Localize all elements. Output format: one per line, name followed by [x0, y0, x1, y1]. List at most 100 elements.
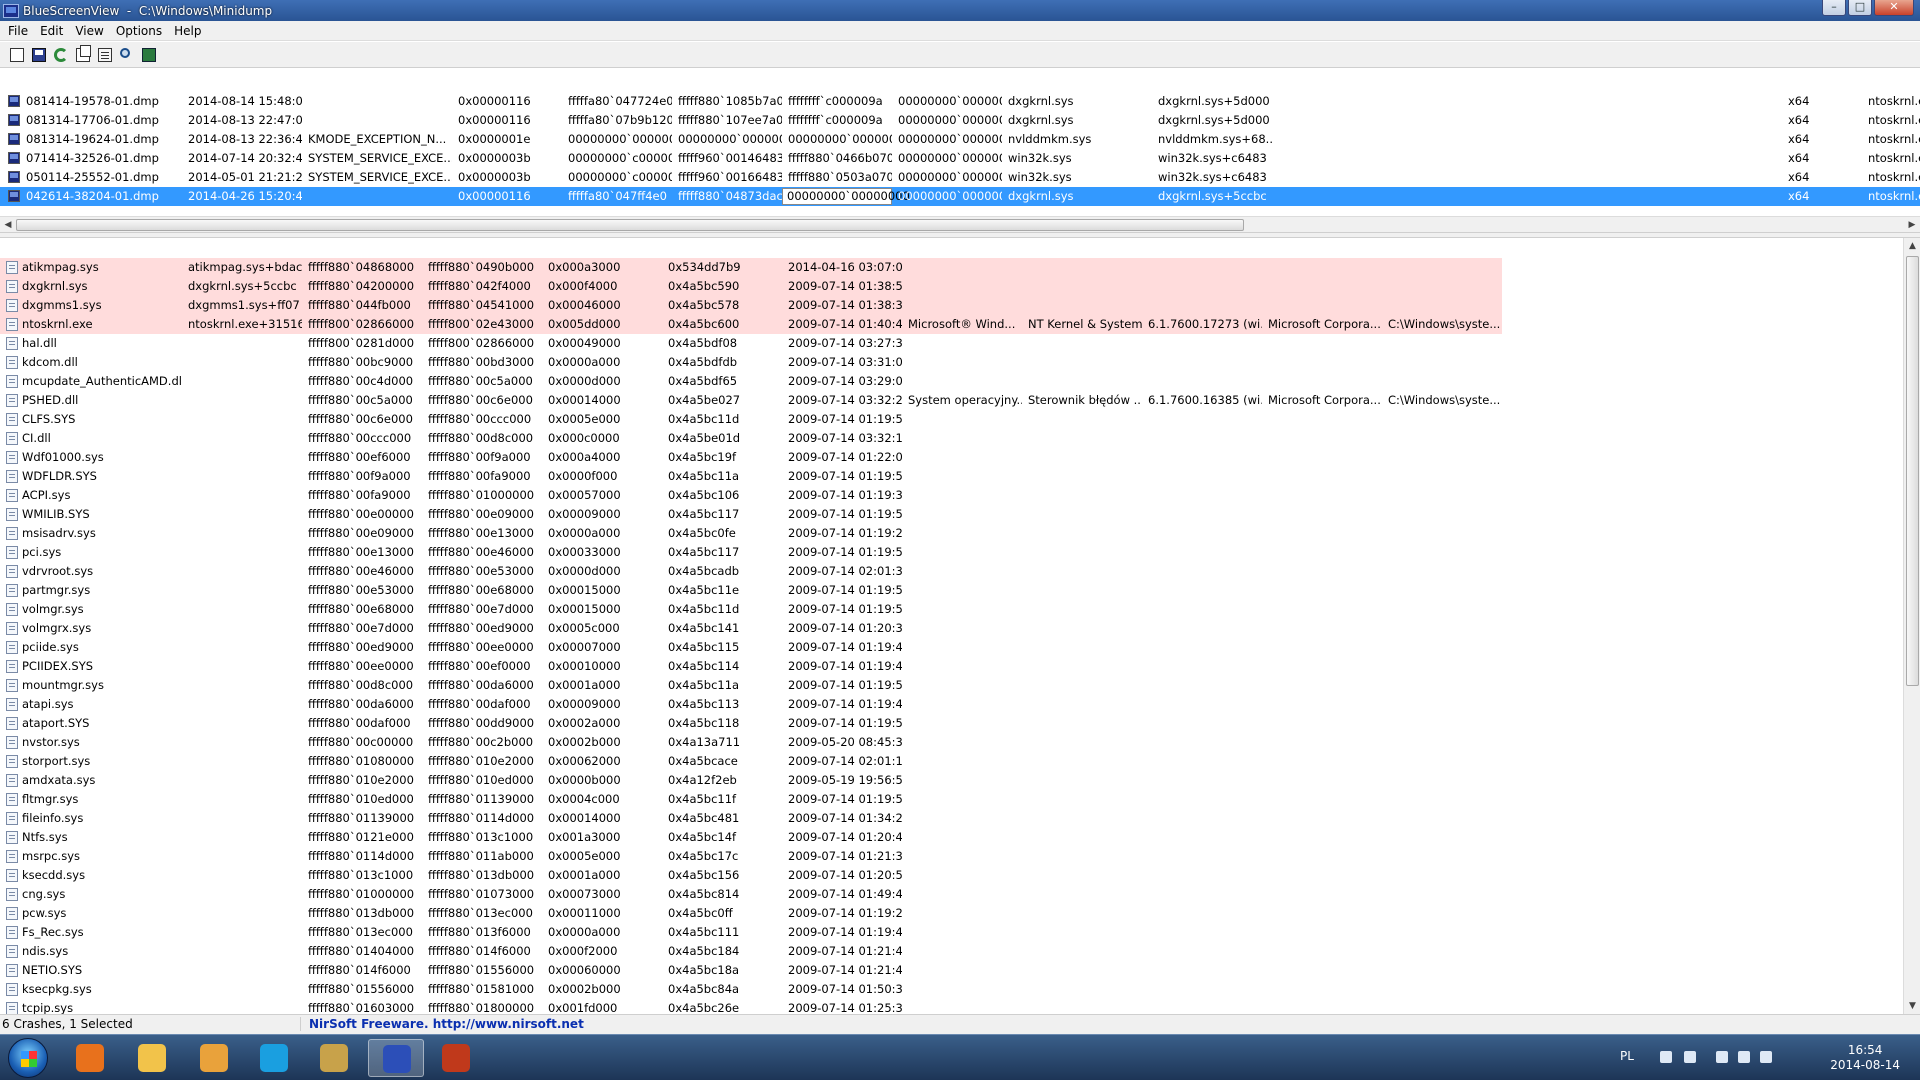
driver-row[interactable]: pciide.sys fffff880`00ed9000 fffff880`00ee…: [0, 638, 1903, 657]
driver-row[interactable]: dxgmms1.sys dxgmms1.sys+ff07 fffff880`044f…: [0, 296, 1502, 315]
driver-row[interactable]: atapi.sys fffff880`00da6000 fffff880`00daf…: [0, 695, 1903, 714]
driver-row[interactable]: mountmgr.sys fffff880`00d8c000 fffff880`00…: [0, 676, 1903, 695]
driver-row[interactable]: atikmpag.sys atikmpag.sys+bdac fffff880`04…: [0, 258, 1502, 277]
driver-row[interactable]: Ntfs.sys fffff880`0121e000 fffff880`013c10…: [0, 828, 1903, 847]
nirsoft-link[interactable]: NirSoft Freeware. http://www.nirsoft.net: [300, 1017, 584, 1031]
show-hidden-icons-icon[interactable]: [1684, 1051, 1696, 1063]
driver-row[interactable]: Wdf01000.sys fffff880`00ef6000 fffff880`00…: [0, 448, 1903, 467]
cell-7: [902, 866, 1022, 885]
driver-row[interactable]: ksecdd.sys fffff880`013c1000 fffff880`013d…: [0, 866, 1903, 885]
action-center-flag-icon[interactable]: [1760, 1051, 1772, 1063]
driver-row[interactable]: ksecpkg.sys fffff880`01556000 fffff880`015…: [0, 980, 1903, 999]
driver-row[interactable]: msisadrv.sys fffff880`00e09000 fffff880`00…: [0, 524, 1903, 543]
firefox-icon[interactable]: [62, 1039, 118, 1077]
dump-list-horizontal-scrollbar[interactable]: ◀ ▶: [0, 216, 1920, 232]
bluescreenview-icon[interactable]: [368, 1039, 424, 1077]
exit-icon[interactable]: [140, 46, 158, 64]
cell-9: [1142, 543, 1262, 562]
dump-row[interactable]: 081314-19624-01.dmp 2014-08-13 22:36:44 KM…: [0, 130, 1920, 149]
cell-9: win32k.sys+c6483: [1158, 151, 1267, 165]
driver-row[interactable]: Fs_Rec.sys fffff880`013ec000 fffff880`013f…: [0, 923, 1903, 942]
driver-row[interactable]: ntoskrnl.exe ntoskrnl.exe+315166 fffff800`…: [0, 315, 1502, 334]
properties-icon[interactable]: [96, 46, 114, 64]
menu-file[interactable]: File: [2, 24, 34, 38]
driver-row[interactable]: fltmgr.sys fffff880`010ed000 fffff880`0113…: [0, 790, 1903, 809]
driver-row[interactable]: volmgr.sys fffff880`00e68000 fffff880`00e7…: [0, 600, 1903, 619]
driver-row[interactable]: WDFLDR.SYS fffff880`00f9a000 fffff880`00fa…: [0, 467, 1903, 486]
driver-row[interactable]: amdxata.sys fffff880`010e2000 fffff880`010…: [0, 771, 1903, 790]
menu-options[interactable]: Options: [110, 24, 168, 38]
driver-row[interactable]: storport.sys fffff880`01080000 fffff880`01…: [0, 752, 1903, 771]
scroll-down-icon[interactable]: ▼: [1906, 999, 1919, 1013]
language-indicator[interactable]: PL: [1620, 1049, 1634, 1063]
volume-icon[interactable]: [1716, 1051, 1728, 1063]
find-icon[interactable]: [118, 46, 136, 64]
scroll-thumb[interactable]: [16, 219, 1244, 231]
menu-edit[interactable]: Edit: [34, 24, 69, 38]
driver-row[interactable]: kdcom.dll fffff880`00bc9000 fffff880`00bd3…: [0, 353, 1903, 372]
driver-row[interactable]: cng.sys fffff880`01000000 fffff880`0107300…: [0, 885, 1903, 904]
driver-row[interactable]: hal.dll fffff800`0281d000 fffff800`0286600…: [0, 334, 1903, 353]
driver-row[interactable]: ACPI.sys fffff880`00fa9000 fffff880`010000…: [0, 486, 1903, 505]
driver-row[interactable]: vdrvroot.sys fffff880`00e46000 fffff880`00…: [0, 562, 1903, 581]
driver-list[interactable]: atikmpag.sys atikmpag.sys+bdac fffff880`04…: [0, 238, 1903, 1014]
media-player-icon[interactable]: [186, 1039, 242, 1077]
dump-row[interactable]: 042614-38204-01.dmp 2014-04-26 15:20:40 0x…: [0, 187, 1920, 206]
skype-icon[interactable]: [246, 1039, 302, 1077]
menu-help[interactable]: Help: [168, 24, 207, 38]
cell-4: 0x00014000: [548, 811, 621, 825]
driver-row[interactable]: NETIO.SYS fffff880`014f6000 fffff880`01556…: [0, 961, 1903, 980]
save-icon[interactable]: [30, 46, 48, 64]
explorer-icon[interactable]: [124, 1039, 180, 1077]
cell-2: fffff880`04868000: [308, 260, 415, 274]
save-html-report-icon[interactable]: [8, 46, 26, 64]
driver-row[interactable]: ataport.SYS fffff880`00daf000 fffff880`00d…: [0, 714, 1903, 733]
scroll-left-icon[interactable]: ◀: [1, 219, 15, 231]
dump-file-list[interactable]: 081414-19578-01.dmp 2014-08-14 15:48:06 0x…: [0, 72, 1920, 216]
scroll-thumb[interactable]: [1906, 256, 1919, 686]
driver-row[interactable]: partmgr.sys fffff880`00e53000 fffff880`00e…: [0, 581, 1903, 600]
driver-row[interactable]: CI.dll fffff880`00ccc000 fffff880`00d8c000…: [0, 429, 1903, 448]
driver-list-vertical-scrollbar[interactable]: ▲ ▼: [1903, 238, 1920, 1014]
driver-row[interactable]: ndis.sys fffff880`01404000 fffff880`014f60…: [0, 942, 1903, 961]
driver-row[interactable]: PCIIDEX.SYS fffff880`00ee0000 fffff880`00e…: [0, 657, 1903, 676]
cell-11: [1382, 714, 1502, 733]
minimize-button[interactable]: –: [1822, 0, 1846, 16]
cell-8: [1022, 486, 1142, 505]
league-of-legends-icon[interactable]: [306, 1039, 362, 1077]
network-icon[interactable]: [1738, 1051, 1750, 1063]
clock[interactable]: 16:54 2014-08-14: [1830, 1043, 1900, 1073]
driver-row[interactable]: WMILIB.SYS fffff880`00e00000 fffff880`00e0…: [0, 505, 1903, 524]
cell-8: NT Kernel & System: [1028, 317, 1142, 331]
keyboard-icon[interactable]: [1660, 1051, 1672, 1063]
menu-view[interactable]: View: [69, 24, 109, 38]
start-button[interactable]: [8, 1038, 48, 1078]
dump-row[interactable]: 071414-32526-01.dmp 2014-07-14 20:32:40 SY…: [0, 149, 1920, 168]
driver-row[interactable]: dxgkrnl.sys dxgkrnl.sys+5ccbc fffff880`042…: [0, 277, 1502, 296]
driver-row[interactable]: fileinfo.sys fffff880`01139000 fffff880`01…: [0, 809, 1903, 828]
scroll-up-icon[interactable]: ▲: [1906, 239, 1919, 253]
cell-1: [182, 752, 302, 771]
driver-row[interactable]: PSHED.dll fffff880`00c5a000 fffff880`00c6e…: [0, 391, 1903, 410]
driver-row[interactable]: tcpip.sys fffff880`01603000 fffff880`01800…: [0, 999, 1903, 1014]
driver-row[interactable]: nvstor.sys fffff880`00c00000 fffff880`00c2…: [0, 733, 1903, 752]
scroll-right-icon[interactable]: ▶: [1905, 219, 1919, 231]
dump-row[interactable]: 081314-17706-01.dmp 2014-08-13 22:47:03 0x…: [0, 111, 1920, 130]
copy-icon[interactable]: [74, 44, 92, 64]
cell-8: [1022, 581, 1142, 600]
driver-row[interactable]: msrpc.sys fffff880`0114d000 fffff880`011ab…: [0, 847, 1903, 866]
driver-row[interactable]: mcupdate_AuthenticAMD.dll fffff880`00c4d0…: [0, 372, 1903, 391]
driver-row[interactable]: pci.sys fffff880`00e13000 fffff880`00e4600…: [0, 543, 1903, 562]
dump-row[interactable]: 081414-19578-01.dmp 2014-08-14 15:48:06 0x…: [0, 92, 1920, 111]
close-button[interactable]: ✕: [1874, 0, 1914, 16]
refresh-icon[interactable]: [52, 46, 70, 64]
cell-10: [1262, 790, 1382, 809]
dump-row[interactable]: 050114-25552-01.dmp 2014-05-01 21:21:29 SY…: [0, 168, 1920, 187]
driver-row[interactable]: CLFS.SYS fffff880`00c6e000 fffff880`00ccc0…: [0, 410, 1903, 429]
driver-row[interactable]: volmgrx.sys fffff880`00e7d000 fffff880`00e…: [0, 619, 1903, 638]
title-bar[interactable]: BlueScreenView - C:\Windows\Minidump – □…: [0, 0, 1920, 21]
cell-9: [1142, 448, 1262, 467]
flame-app-icon[interactable]: [428, 1039, 484, 1077]
driver-row[interactable]: pcw.sys fffff880`013db000 fffff880`013ec00…: [0, 904, 1903, 923]
maximize-button[interactable]: □: [1848, 0, 1872, 16]
